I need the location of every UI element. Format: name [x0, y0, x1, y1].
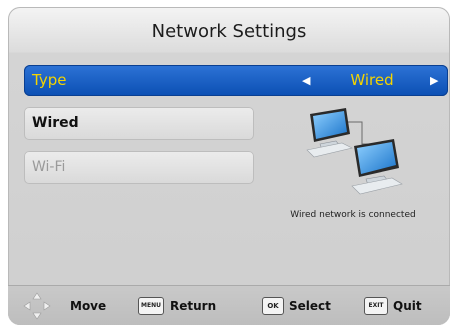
option-wifi[interactable]: Wi-Fi: [24, 151, 254, 184]
arrow-left-icon[interactable]: ◀: [302, 65, 310, 96]
type-value: Wired: [350, 71, 394, 89]
type-selector[interactable]: Type ◀ Wired ▶: [24, 65, 448, 96]
dialog-title: Network Settings: [151, 21, 307, 42]
arrow-right-icon[interactable]: ▶: [430, 65, 438, 96]
option-wired[interactable]: Wired: [24, 107, 254, 140]
type-label: Type: [32, 71, 67, 89]
network-icon: [306, 108, 403, 195]
connection-status: Wired network is connected: [290, 210, 416, 220]
